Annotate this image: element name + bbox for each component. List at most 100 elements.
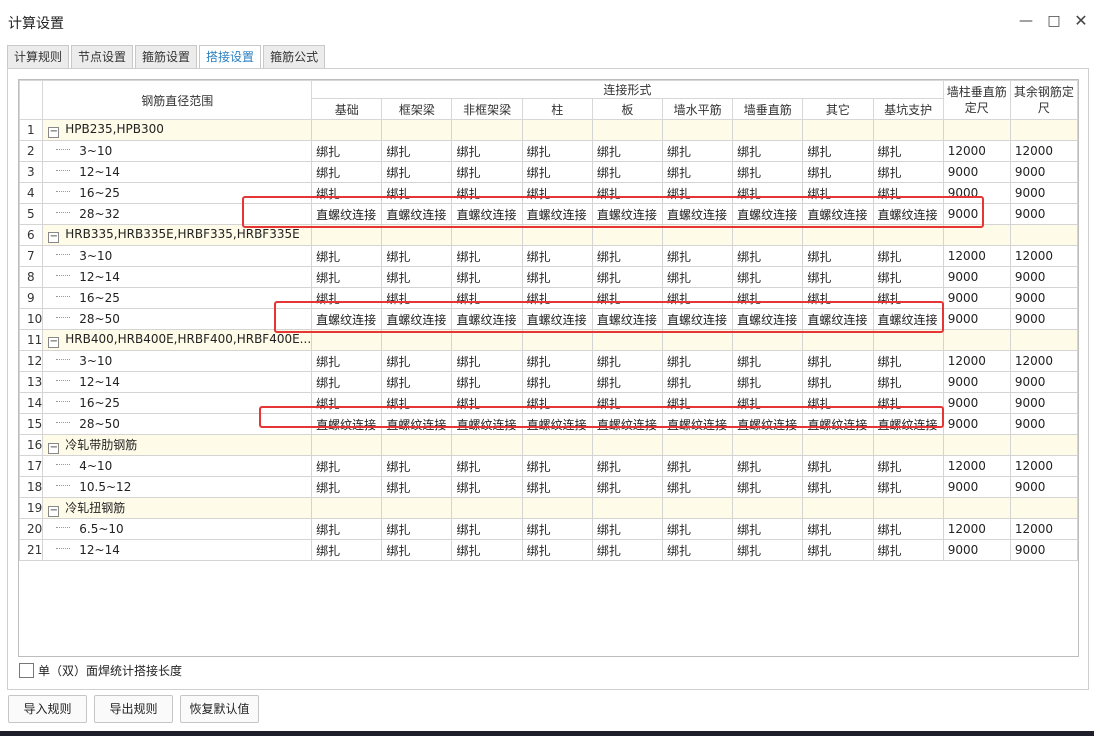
tab-3[interactable]: 搭接设置 [199, 45, 262, 69]
diameter-range-cell[interactable]: 4~10 [42, 455, 313, 477]
connection-cell[interactable]: 绑扎 [311, 266, 383, 288]
other-fixed-length-cell[interactable]: 9000 [1009, 392, 1078, 414]
diameter-range-cell[interactable]: 12~14 [42, 266, 313, 288]
connection-cell[interactable]: 绑扎 [381, 518, 453, 540]
wall-fixed-length-cell[interactable]: 12000 [942, 245, 1011, 267]
group-row[interactable]: 1− HPB235,HPB300 [19, 119, 1078, 141]
connection-cell[interactable]: 绑扎 [661, 266, 734, 288]
connection-cell[interactable]: 绑扎 [872, 140, 944, 162]
connection-cell[interactable]: 绑扎 [872, 455, 944, 477]
maximize-icon[interactable]: □ [1045, 12, 1063, 30]
collapse-icon[interactable]: − [48, 506, 60, 517]
diameter-range-cell[interactable]: 16~25 [42, 287, 313, 309]
other-fixed-length-cell[interactable]: 9000 [1009, 539, 1078, 561]
other-fixed-length-cell[interactable]: 12000 [1009, 140, 1078, 162]
close-icon[interactable]: ✕ [1072, 12, 1090, 30]
connection-cell[interactable]: 绑扎 [591, 140, 664, 162]
connection-cell[interactable]: 绑扎 [591, 455, 664, 477]
wall-fixed-length-cell[interactable]: 12000 [942, 350, 1011, 372]
tab-2[interactable]: 箍筋设置 [135, 45, 198, 68]
connection-cell[interactable]: 绑扎 [732, 140, 804, 162]
connection-cell[interactable]: 绑扎 [381, 539, 453, 561]
table-row[interactable]: 20 6.5~10 绑扎 绑扎 绑扎 绑扎 绑扎 绑扎 绑扎 绑扎 绑扎 12000 12000 [19, 518, 1078, 540]
connection-cell[interactable]: 绑扎 [732, 539, 804, 561]
weld-length-checkbox[interactable] [19, 662, 34, 678]
connection-cell[interactable]: 绑扎 [661, 371, 734, 393]
connection-cell[interactable]: 绑扎 [381, 140, 453, 162]
tab-0[interactable]: 计算规则 [7, 45, 70, 68]
wall-fixed-length-cell[interactable]: 9000 [942, 392, 1011, 414]
diameter-range-cell[interactable]: 12~14 [42, 371, 313, 393]
tab-1[interactable]: 节点设置 [71, 45, 134, 68]
wall-fixed-length-cell[interactable]: 9000 [942, 161, 1011, 183]
other-fixed-length-cell[interactable]: 9000 [1009, 308, 1078, 330]
connection-cell[interactable]: 绑扎 [451, 539, 523, 561]
connection-cell[interactable]: 绑扎 [732, 518, 804, 540]
connection-cell[interactable]: 绑扎 [521, 140, 593, 162]
connection-cell[interactable]: 绑扎 [591, 539, 664, 561]
other-fixed-length-cell[interactable]: 9000 [1009, 287, 1078, 309]
connection-cell[interactable]: 绑扎 [451, 476, 523, 498]
connection-cell[interactable]: 绑扎 [311, 518, 383, 540]
wall-fixed-length-cell[interactable]: 12000 [942, 455, 1011, 477]
import-rules-button[interactable]: 导入规则 [8, 695, 87, 723]
connection-cell[interactable]: 绑扎 [872, 245, 944, 267]
connection-cell[interactable]: 绑扎 [311, 161, 383, 183]
wall-fixed-length-cell[interactable]: 9000 [942, 308, 1011, 330]
connection-cell[interactable]: 绑扎 [872, 518, 944, 540]
collapse-icon[interactable]: − [48, 443, 60, 454]
connection-cell[interactable]: 绑扎 [802, 350, 874, 372]
connection-cell[interactable]: 绑扎 [802, 140, 874, 162]
other-fixed-length-cell[interactable]: 12000 [1009, 245, 1078, 267]
connection-cell[interactable]: 绑扎 [311, 455, 383, 477]
collapse-icon[interactable]: − [48, 337, 60, 348]
connection-cell[interactable]: 绑扎 [311, 476, 383, 498]
connection-cell[interactable]: 绑扎 [661, 518, 734, 540]
connection-cell[interactable]: 绑扎 [732, 161, 804, 183]
group-name-cell[interactable]: − 冷轧扭钢筋 [42, 497, 313, 519]
other-fixed-length-cell[interactable]: 9000 [1009, 182, 1078, 204]
connection-cell[interactable]: 绑扎 [732, 245, 804, 267]
connection-cell[interactable]: 绑扎 [591, 350, 664, 372]
diameter-range-cell[interactable]: 28~50 [42, 308, 313, 330]
export-rules-button[interactable]: 导出规则 [94, 695, 173, 723]
connection-cell[interactable]: 绑扎 [661, 476, 734, 498]
diameter-range-cell[interactable]: 3~10 [42, 140, 313, 162]
connection-cell[interactable]: 绑扎 [802, 518, 874, 540]
connection-cell[interactable]: 绑扎 [661, 245, 734, 267]
connection-cell[interactable]: 绑扎 [451, 455, 523, 477]
connection-cell[interactable]: 绑扎 [591, 266, 664, 288]
table-row[interactable]: 13 12~14 绑扎 绑扎 绑扎 绑扎 绑扎 绑扎 绑扎 绑扎 绑扎 9000 9000 [19, 371, 1078, 393]
other-fixed-length-cell[interactable]: 9000 [1009, 413, 1078, 435]
connection-cell[interactable]: 绑扎 [521, 371, 593, 393]
diameter-range-cell[interactable]: 3~10 [42, 245, 313, 267]
diameter-range-cell[interactable]: 6.5~10 [42, 518, 313, 540]
diameter-range-cell[interactable]: 10.5~12 [42, 476, 313, 498]
connection-cell[interactable]: 绑扎 [381, 476, 453, 498]
connection-cell[interactable]: 绑扎 [661, 539, 734, 561]
table-row[interactable]: 2 3~10 绑扎 绑扎 绑扎 绑扎 绑扎 绑扎 绑扎 绑扎 绑扎 12000 12000 [19, 140, 1078, 162]
diameter-range-cell[interactable]: 3~10 [42, 350, 313, 372]
connection-cell[interactable]: 绑扎 [311, 539, 383, 561]
tab-4[interactable]: 箍筋公式 [263, 45, 326, 68]
other-fixed-length-cell[interactable]: 12000 [1009, 518, 1078, 540]
minimize-icon[interactable]: — [1017, 12, 1035, 30]
connection-cell[interactable]: 绑扎 [661, 140, 734, 162]
other-fixed-length-cell[interactable]: 9000 [1009, 203, 1078, 225]
connection-cell[interactable]: 绑扎 [521, 518, 593, 540]
connection-cell[interactable]: 绑扎 [521, 476, 593, 498]
collapse-icon[interactable]: − [48, 127, 60, 138]
connection-cell[interactable]: 绑扎 [591, 371, 664, 393]
restore-defaults-button[interactable]: 恢复默认值 [180, 695, 259, 723]
connection-cell[interactable]: 绑扎 [381, 371, 453, 393]
other-fixed-length-cell[interactable]: 12000 [1009, 350, 1078, 372]
connection-cell[interactable]: 绑扎 [802, 245, 874, 267]
connection-cell[interactable]: 绑扎 [732, 371, 804, 393]
connection-cell[interactable]: 绑扎 [451, 266, 523, 288]
connection-cell[interactable]: 绑扎 [872, 476, 944, 498]
connection-cell[interactable]: 绑扎 [732, 266, 804, 288]
connection-cell[interactable]: 绑扎 [872, 539, 944, 561]
connection-cell[interactable]: 绑扎 [661, 161, 734, 183]
connection-cell[interactable]: 绑扎 [451, 518, 523, 540]
connection-cell[interactable]: 绑扎 [311, 140, 383, 162]
